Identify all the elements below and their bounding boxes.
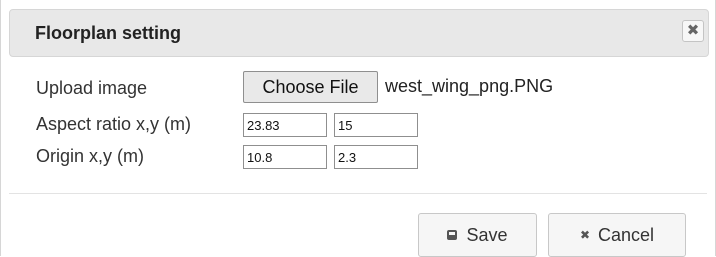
- upload-image-label: Upload image: [36, 78, 148, 98]
- dialog-titlebar: Floorplan setting ✖: [9, 9, 709, 57]
- origin-y-input[interactable]: [334, 145, 418, 169]
- dialog-title: Floorplan setting: [35, 23, 181, 43]
- aspect-ratio-x-input[interactable]: [243, 113, 327, 137]
- choose-file-button[interactable]: Choose File: [243, 71, 378, 103]
- floorplan-dialog: Floorplan setting ✖ Upload image Choose …: [0, 0, 716, 257]
- footer-divider: [9, 193, 707, 194]
- selected-file-name: west_wing_png.PNG: [385, 76, 554, 96]
- origin-x-input[interactable]: [243, 145, 327, 169]
- origin-label: Origin x,y (m): [36, 146, 144, 166]
- aspect-ratio-y-input[interactable]: [334, 113, 418, 137]
- save-icon: [447, 229, 458, 240]
- cancel-button-label: Cancel: [598, 224, 655, 245]
- dialog-left-border: [0, 0, 1, 256]
- save-button[interactable]: Save: [418, 213, 537, 257]
- cancel-button[interactable]: ✖ Cancel: [548, 213, 686, 257]
- close-button[interactable]: ✖: [682, 20, 704, 42]
- aspect-ratio-label: Aspect ratio x,y (m): [36, 114, 192, 134]
- save-button-label: Save: [466, 224, 508, 245]
- close-icon: ✖: [686, 22, 700, 39]
- cancel-icon: ✖: [579, 227, 591, 242]
